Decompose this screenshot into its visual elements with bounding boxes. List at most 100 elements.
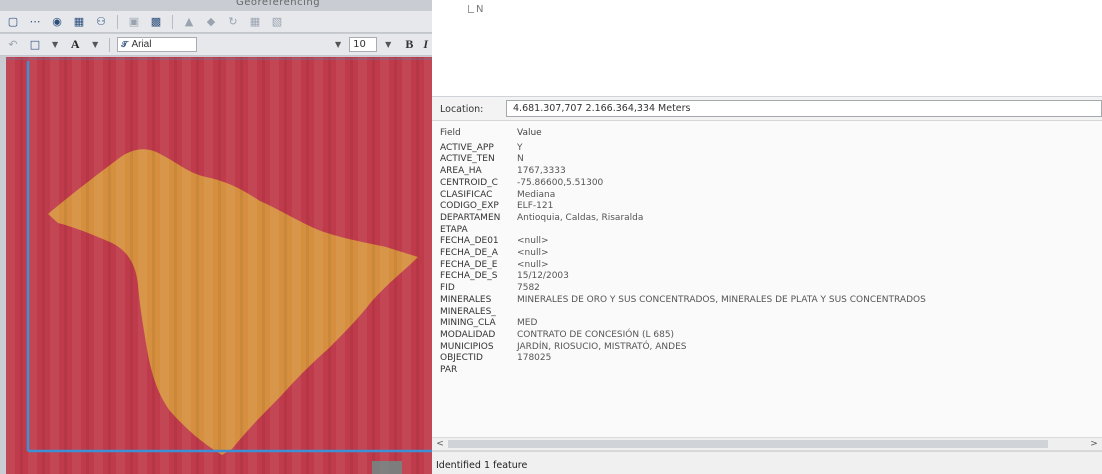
toolbar-separator	[117, 14, 118, 29]
tree-item-label: N	[476, 4, 484, 15]
go-to-xy-icon[interactable]: ▦	[70, 14, 88, 30]
table-row[interactable]: FECHA_DE_S 15/12/2003	[432, 271, 1102, 283]
draw-toolbar: ↶ □ ▼ A ▼ 𝒯 Arial ▼ 10 ▼ B I	[0, 34, 432, 56]
table-row[interactable]: ACTIVE_TEN N	[432, 154, 1102, 166]
rotate-icon[interactable]: ↻	[224, 14, 242, 30]
field-name: ACTIVE_APP	[440, 142, 494, 153]
identify-window: Location: 4.681.307,707 2.166.364,334 Me…	[432, 96, 1102, 474]
table-row[interactable]: CODIGO_EXP ELF-121	[432, 201, 1102, 213]
font-size-select[interactable]: 10	[349, 37, 378, 52]
tools-toolbar: ▢ ⋯ ◉ ▦ ⚇ ▣ ▩ ▲ ◆ ↻ ▦ ▧	[0, 11, 432, 33]
map-svg	[6, 57, 432, 474]
font-size-value: 10	[353, 39, 366, 50]
text-color-button[interactable]: A	[66, 37, 84, 53]
field-name: AREA_HA	[440, 166, 482, 177]
toolbar-title: Georeferencing	[236, 0, 321, 8]
chevron-down-icon[interactable]: ▼	[92, 40, 98, 49]
attributes-body: ACTIVE_APP Y ACTIVE_TEN N AREA_HA 1767,3333 CE…	[432, 143, 1102, 377]
undo-icon[interactable]: ↶	[4, 37, 22, 53]
right-pane: N Location: 4.681.307,707 2.166.364,334 …	[432, 0, 1102, 474]
field-value: N	[517, 154, 524, 165]
field-name: FECHA_DE_S	[440, 271, 498, 282]
table-row[interactable]: CLASIFICAC Mediana	[432, 190, 1102, 202]
table-row[interactable]: FECHA_DE01 <null>	[432, 236, 1102, 248]
chevron-down-icon[interactable]: ▼	[385, 40, 391, 49]
find-binoculars-icon[interactable]: ◉	[48, 14, 66, 30]
field-name: OBJECTID	[440, 353, 483, 364]
location-bar: Location: 4.681.307,707 2.166.364,334 Me…	[432, 97, 1102, 121]
table-row[interactable]: FID 7582	[432, 283, 1102, 295]
table-row[interactable]: OBJECTID 178025	[432, 353, 1102, 365]
map-canvas[interactable]	[6, 57, 432, 474]
field-value: 178025	[517, 353, 552, 364]
bold-button[interactable]: B	[405, 37, 413, 52]
measure-icon[interactable]: ⋯	[26, 14, 44, 30]
horizontal-scrollbar[interactable]: < >	[432, 437, 1102, 451]
field-value	[517, 365, 1102, 377]
value-header: Value	[517, 128, 542, 138]
font-name-value: Arial	[131, 39, 152, 50]
scan-stripes	[6, 57, 432, 474]
identify-icon[interactable]: ▢	[4, 14, 22, 30]
field-value: MINERALES DE ORO Y SUS CONCENTRADOS, MIN…	[517, 294, 926, 305]
field-header: Field	[440, 128, 461, 138]
table-row[interactable]: MINERALES_	[432, 307, 1102, 319]
table-row[interactable]: MODALIDAD CONTRATO DE CONCESIÓN (L 685)	[432, 330, 1102, 342]
field-name: DEPARTAMEN	[440, 212, 501, 223]
field-value: ELF-121	[517, 201, 554, 212]
location-label: Location:	[440, 104, 484, 115]
table-row[interactable]: AREA_HA 1767,3333	[432, 166, 1102, 178]
toolbar-separator	[172, 14, 173, 29]
chevron-down-icon[interactable]: ▼	[335, 40, 341, 49]
select-box-icon[interactable]: ▩	[147, 14, 165, 30]
italic-button[interactable]: I	[423, 37, 428, 52]
field-name: ACTIVE_TEN	[440, 154, 495, 165]
grid-icon[interactable]: ▦	[246, 14, 264, 30]
field-value: 7582	[517, 283, 540, 294]
chevron-down-icon[interactable]: ▼	[52, 40, 58, 49]
pan-icon[interactable]: ▲	[180, 14, 198, 30]
table-row[interactable]: ETAPA	[432, 225, 1102, 237]
table-header-row: Field Value	[432, 128, 1102, 143]
field-value: <null>	[517, 259, 549, 270]
field-name: MODALIDAD	[440, 329, 496, 340]
field-value: CONTRATO DE CONCESIÓN (L 685)	[517, 329, 675, 340]
table-row[interactable]: FECHA_DE_A <null>	[432, 248, 1102, 260]
table-row[interactable]: CENTROID_C -75.86600,5.51300	[432, 178, 1102, 190]
scroll-right-icon[interactable]: >	[1088, 438, 1100, 450]
zoom-icon[interactable]: ▣	[125, 14, 143, 30]
scrollbar-thumb[interactable]	[448, 440, 1048, 448]
toolbar-separator	[109, 37, 111, 52]
field-name: CODIGO_EXP	[440, 201, 499, 212]
field-value: -75.86600,5.51300	[517, 177, 604, 188]
map-pane: Georeferencing ▢ ⋯ ◉ ▦ ⚇ ▣ ▩ ▲ ◆ ↻ ▦ ▧ ↶…	[0, 0, 432, 474]
field-value: 1767,3333	[517, 166, 566, 177]
table-icon[interactable]: ▧	[268, 14, 286, 30]
layer-icon[interactable]: ⚇	[92, 14, 110, 30]
flip-icon[interactable]: ◆	[202, 14, 220, 30]
field-value: Antioquia, Caldas, Risaralda	[517, 212, 644, 223]
field-name: MINING_CLA	[440, 318, 496, 329]
table-row[interactable]: DEPARTAMEN Antioquia, Caldas, Risaralda	[432, 213, 1102, 225]
field-name: MUNICIPIOS	[440, 341, 494, 352]
table-row[interactable]: MUNICIPIOS JARDÍN, RIOSUCIO, MISTRATÓ, AN…	[432, 342, 1102, 354]
tree-item[interactable]: N	[468, 4, 483, 15]
field-name: FECHA_DE01	[440, 236, 499, 247]
field-value: Y	[517, 142, 523, 153]
table-row[interactable]: MINING_CLA MED	[432, 318, 1102, 330]
font-name-select[interactable]: 𝒯 Arial	[117, 37, 198, 52]
field-name: CENTROID_C	[440, 177, 498, 188]
table-row[interactable]: MINERALES MINERALES DE ORO Y SUS CONCENTR…	[432, 295, 1102, 307]
location-field[interactable]: 4.681.307,707 2.166.364,334 Meters	[506, 100, 1102, 117]
field-value: <null>	[517, 248, 549, 259]
table-row[interactable]: ACTIVE_APP Y	[432, 143, 1102, 155]
field-value: <null>	[517, 236, 549, 247]
table-row[interactable]: FECHA_DE_E <null>	[432, 260, 1102, 272]
field-name: FECHA_DE_A	[440, 248, 498, 259]
field-value	[517, 307, 1102, 319]
scroll-left-icon[interactable]: <	[434, 438, 446, 450]
table-row[interactable]: PAR	[432, 365, 1102, 377]
field-name: MINERALES	[440, 294, 492, 305]
field-name: FECHA_DE_E	[440, 259, 498, 270]
rectangle-icon[interactable]: □	[26, 37, 44, 53]
